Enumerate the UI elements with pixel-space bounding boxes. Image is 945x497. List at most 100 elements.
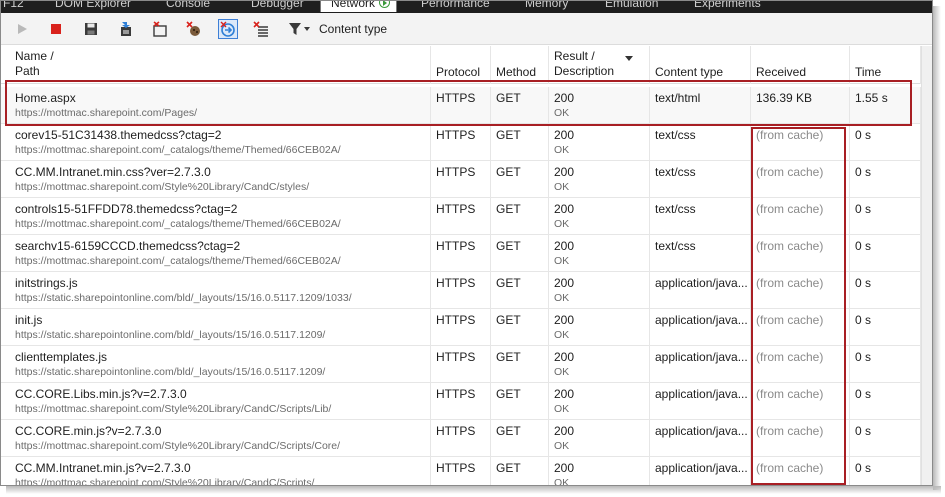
request-result-cell: 200 OK — [549, 198, 650, 235]
clear-entries-icon[interactable] — [251, 19, 271, 39]
column-header-received[interactable]: Received — [751, 46, 850, 84]
request-time-cell: 0 s — [850, 124, 921, 161]
column-header-method[interactable]: Method — [491, 46, 549, 84]
request-method: GET — [496, 128, 521, 142]
column-header-time-label: Time — [855, 65, 882, 79]
request-protocol: HTTPS — [436, 313, 476, 327]
table-row[interactable]: CC.CORE.min.js?v=2.7.3.0 https://mottmac.… — [1, 420, 921, 457]
tab-network[interactable]: Network — [320, 1, 398, 12]
tab-emulation[interactable]: Emulation — [605, 1, 658, 10]
table-row[interactable]: searchv15-6159CCCD.themedcss?ctag=2 https… — [1, 235, 921, 272]
request-protocol: HTTPS — [436, 276, 476, 290]
window-shadow-right — [933, 6, 941, 490]
request-received-cell: (from cache) — [751, 161, 850, 198]
table-row[interactable]: controls15-51FFDD78.themedcss?ctag=2 http… — [1, 198, 921, 235]
request-content-type: application/java... — [655, 424, 748, 438]
request-result: 200 — [554, 276, 575, 290]
request-method: GET — [496, 239, 521, 253]
column-header-result[interactable]: Result / Description — [549, 46, 650, 84]
import-icon[interactable] — [116, 19, 136, 39]
request-content-type-cell: application/java... — [650, 272, 751, 309]
clear-cookies-icon[interactable] — [184, 19, 204, 39]
tab-memory[interactable]: Memory — [525, 1, 568, 10]
request-name: initstrings.js — [15, 276, 78, 290]
table-row[interactable]: clienttemplates.js https://static.sharepo… — [1, 346, 921, 383]
devtools-tab-bar: F12 DOM Explorer Console Debugger Networ… — [1, 1, 932, 13]
request-content-type: application/java... — [655, 350, 748, 364]
request-content-type-cell: text/css — [650, 235, 751, 272]
request-content-type: text/css — [655, 165, 696, 179]
request-path: https://static.sharepointonline.com/bld/… — [15, 292, 352, 304]
request-protocol: HTTPS — [436, 165, 476, 179]
request-received: (from cache) — [756, 461, 824, 475]
vertical-scrollbar[interactable] — [921, 46, 932, 485]
column-header-received-label: Received — [756, 65, 807, 79]
request-name: Home.aspx — [15, 91, 76, 105]
column-header-result-line2: Description — [554, 64, 615, 78]
request-time-cell: 0 s — [850, 272, 921, 309]
table-row[interactable]: initstrings.js https://static.sharepointo… — [1, 272, 921, 309]
request-result: 200 — [554, 128, 575, 142]
table-header: Name / Path Protocol Method Result / Des… — [1, 46, 932, 84]
request-result-cell: 200 OK — [549, 124, 650, 161]
request-description: OK — [554, 181, 570, 193]
table-row[interactable]: corev15-51C31438.themedcss?ctag=2 https:/… — [1, 124, 921, 161]
content-type-filter-label[interactable]: Content type — [319, 22, 387, 36]
request-time: 0 s — [855, 202, 872, 216]
clear-icon[interactable] — [150, 19, 170, 39]
tab-performance[interactable]: Performance — [421, 1, 490, 10]
play-icon[interactable] — [12, 19, 32, 39]
column-header-content-type[interactable]: Content type — [650, 46, 751, 84]
tab-debugger[interactable]: Debugger — [251, 1, 304, 10]
request-received: 136.39 KB — [756, 91, 813, 105]
tab-experiments[interactable]: Experiments — [694, 1, 761, 10]
request-method: GET — [496, 461, 521, 475]
request-content-type: text/css — [655, 239, 696, 253]
request-name: init.js — [15, 313, 43, 327]
filter-icon[interactable] — [287, 19, 313, 39]
request-content-type: application/java... — [655, 387, 748, 401]
table-row[interactable]: CC.CORE.Libs.min.js?v=2.7.3.0 https://mot… — [1, 383, 921, 420]
request-protocol-cell: HTTPS — [431, 309, 491, 346]
always-refresh-icon[interactable] — [218, 19, 238, 39]
request-path: https://mottmac.sharepoint.com/Pages/ — [15, 107, 198, 119]
request-time-cell: 0 s — [850, 457, 921, 485]
request-name: clienttemplates.js — [15, 350, 108, 364]
request-content-type-cell: application/java... — [650, 383, 751, 420]
network-toolbar: Content type — [1, 13, 932, 45]
request-name: controls15-51FFDD78.themedcss?ctag=2 — [15, 202, 238, 216]
request-received-cell: (from cache) — [751, 272, 850, 309]
request-result: 200 — [554, 461, 575, 475]
request-description: OK — [554, 366, 570, 378]
table-row[interactable]: CC.MM.Intranet.min.css?ver=2.7.3.0 https:… — [1, 161, 921, 198]
request-protocol: HTTPS — [436, 424, 476, 438]
request-time-cell: 0 s — [850, 309, 921, 346]
column-header-name[interactable]: Name / Path — [1, 46, 431, 84]
tab-f12: F12 — [3, 1, 24, 10]
column-header-protocol-label: Protocol — [436, 65, 481, 79]
column-header-protocol[interactable]: Protocol — [431, 46, 491, 84]
request-time: 0 s — [855, 387, 872, 401]
request-description: OK — [554, 477, 570, 486]
table-row[interactable]: CC.MM.Intranet.min.js?v=2.7.3.0 https://m… — [1, 457, 921, 486]
save-icon[interactable] — [81, 19, 101, 39]
tab-dom-explorer[interactable]: DOM Explorer — [55, 1, 131, 10]
request-path: https://mottmac.sharepoint.com/_catalogs… — [15, 144, 341, 156]
request-method-cell: GET — [491, 383, 549, 420]
request-content-type-cell: text/css — [650, 161, 751, 198]
stop-icon[interactable] — [46, 19, 66, 39]
request-time: 0 s — [855, 424, 872, 438]
request-path: https://mottmac.sharepoint.com/Style%20L… — [15, 440, 341, 452]
request-time-cell: 0 s — [850, 346, 921, 383]
request-received: (from cache) — [756, 202, 824, 216]
request-path: https://static.sharepointonline.com/bld/… — [15, 366, 326, 378]
column-header-time[interactable]: Time — [850, 46, 921, 84]
request-received-cell: 136.39 KB — [751, 87, 850, 124]
request-protocol: HTTPS — [436, 387, 476, 401]
table-row[interactable]: init.js https://static.sharepointonline.c… — [1, 309, 921, 346]
request-time-cell: 0 s — [850, 161, 921, 198]
request-result: 200 — [554, 424, 575, 438]
table-row[interactable]: Home.aspx https://mottmac.sharepoint.com/… — [1, 87, 921, 124]
request-name: CC.CORE.min.js?v=2.7.3.0 — [15, 424, 162, 438]
tab-console[interactable]: Console — [166, 1, 210, 10]
